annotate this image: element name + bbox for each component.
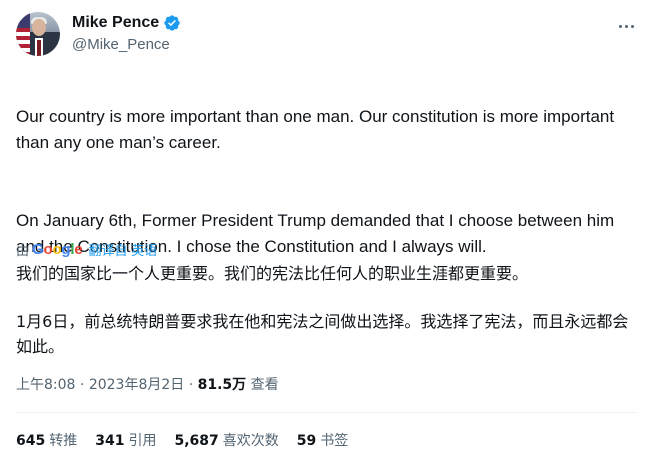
quotes-stat[interactable]: 341 引用 xyxy=(95,430,156,450)
google-logo: Google xyxy=(32,240,83,258)
author-name-row[interactable]: Mike Pence xyxy=(72,13,181,33)
divider xyxy=(16,412,638,413)
more-options-icon[interactable] xyxy=(614,16,638,36)
meta-separator: · xyxy=(184,377,198,393)
retweets-stat[interactable]: 645 转推 xyxy=(16,430,77,450)
bookmarks-stat[interactable]: 59 书签 xyxy=(297,430,348,450)
translation-attribution: 由 Google 翻译自 英语 xyxy=(16,239,157,259)
translated-paragraph: 我们的国家比一个人更重要。我们的宪法比任何人的职业生涯都更重要。 xyxy=(16,264,529,283)
likes-label: 喜欢次数 xyxy=(222,433,279,449)
engagement-stats: 645 转推 341 引用 5,687 喜欢次数 59 书签 xyxy=(16,430,366,450)
retweets-label: 转推 xyxy=(49,433,78,449)
tweet-paragraph: Our country is more important than one m… xyxy=(16,107,615,152)
bookmarks-label: 书签 xyxy=(320,433,349,449)
avatar[interactable] xyxy=(16,12,60,56)
tweet-time[interactable]: 上午8:08 xyxy=(16,377,75,393)
meta-separator: · xyxy=(75,377,89,393)
likes-stat[interactable]: 5,687 喜欢次数 xyxy=(174,430,278,450)
author-name[interactable]: Mike Pence xyxy=(72,13,159,33)
quotes-label: 引用 xyxy=(128,433,157,449)
author-handle[interactable]: @Mike_Pence xyxy=(72,36,170,53)
bookmarks-count: 59 xyxy=(296,433,317,449)
translated-from-link[interactable]: 翻译自 英语 xyxy=(89,240,158,259)
translation-prefix: 由 xyxy=(16,242,30,258)
translated-paragraph: 1月6日，前总统特朗普要求我在他和宪法之间做出选择。我选择了宪法，而且永远都会如… xyxy=(16,312,629,356)
views-count: 81.5万 xyxy=(197,377,247,393)
verified-badge-icon xyxy=(164,15,180,31)
tweet-meta: 上午8:08 · 2023年8月2日 · 81.5万 查看 xyxy=(16,374,279,394)
tweet-header: Mike Pence @Mike_Pence xyxy=(16,12,638,60)
views-label: 查看 xyxy=(250,377,279,393)
retweets-count: 645 xyxy=(16,433,46,449)
translated-text: 我们的国家比一个人更重要。我们的宪法比任何人的职业生涯都更重要。 1月6日，前总… xyxy=(16,261,636,359)
tweet-date[interactable]: 2023年8月2日 xyxy=(89,377,184,393)
likes-count: 5,687 xyxy=(174,433,219,449)
quotes-count: 341 xyxy=(95,433,125,449)
